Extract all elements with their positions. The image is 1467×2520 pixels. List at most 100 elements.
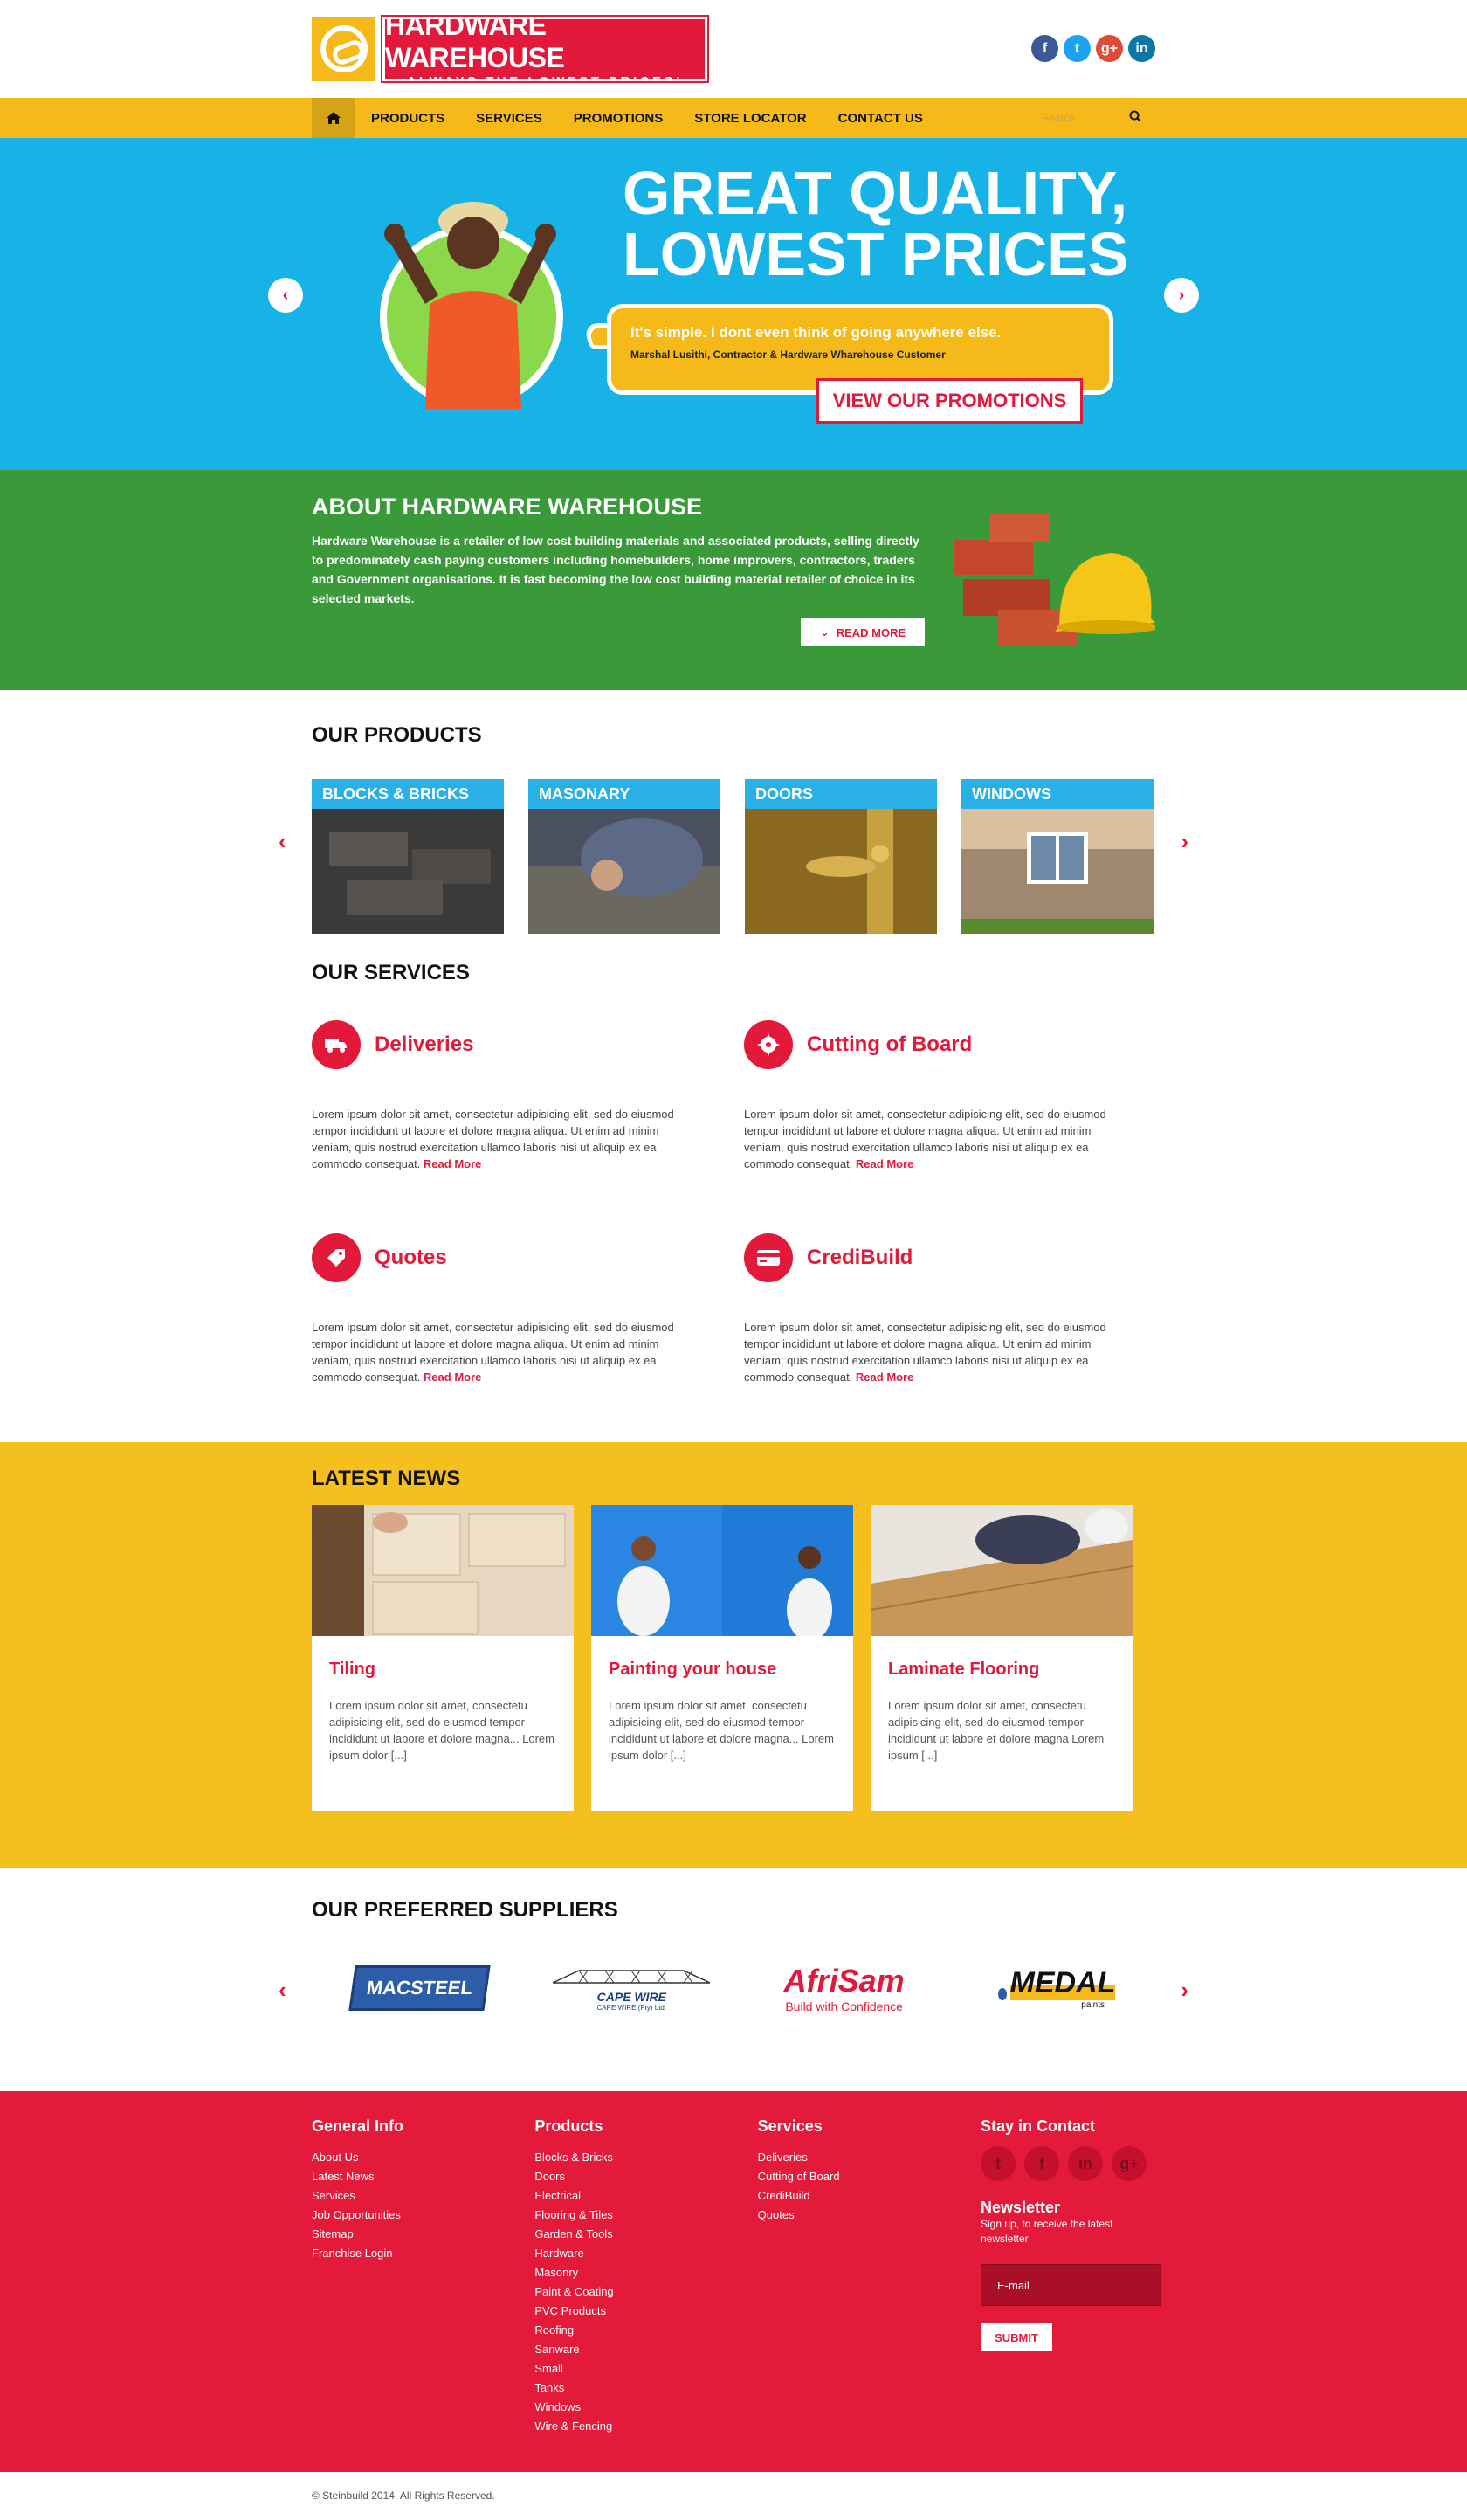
footer-link[interactable]: Tanks <box>534 2378 757 2398</box>
nav-store-locator[interactable]: STORE LOCATOR <box>678 111 822 126</box>
product-label: DOORS <box>745 779 937 809</box>
footer-contact: Stay in Contact t f in g+ Newsletter Sig… <box>980 2117 1161 2436</box>
about-text: Hardware Warehouse is a retailer of low … <box>312 534 919 605</box>
footer-link[interactable]: Paint & Coating <box>534 2282 757 2302</box>
news-card-tiling[interactable]: Tiling Lorem ipsum dolor sit amet, conse… <box>312 1505 574 1811</box>
newsletter-title: Newsletter <box>980 2199 1061 2216</box>
footer-link[interactable]: About Us <box>312 2148 534 2167</box>
supplier-logo-cape-wire[interactable]: CAPE WIRE CAPE WIRE (Pty) Ltd. <box>553 1957 711 2019</box>
footer-link[interactable]: Latest News <box>312 2167 534 2186</box>
newsletter-subtitle: Sign up, to receive the latest newslette… <box>980 2218 1113 2245</box>
home-icon[interactable] <box>312 98 355 138</box>
chevron-down-icon: ⌄ <box>819 625 830 639</box>
footer-link[interactable]: Wire & Fencing <box>534 2417 757 2436</box>
service-title[interactable]: CrediBuild <box>807 1246 913 1270</box>
view-promotions-button[interactable]: VIEW OUR PROMOTIONS <box>816 378 1083 424</box>
products-prev-arrow-icon[interactable]: ‹ <box>279 828 286 855</box>
footer-link[interactable]: Masonry <box>534 2263 757 2282</box>
footer-link[interactable]: CrediBuild <box>758 2186 981 2206</box>
footer-link[interactable]: PVC Products <box>534 2302 757 2321</box>
news-card-title[interactable]: Painting your house <box>609 1660 853 1680</box>
footer-link[interactable]: Job Opportunities <box>312 2206 534 2225</box>
linkedin-icon[interactable]: in <box>1067 2146 1103 2181</box>
news-card-laminate[interactable]: Laminate Flooring Lorem ipsum dolor sit … <box>870 1505 1133 1811</box>
suppliers-section: OUR PREFERRED SUPPLIERS ‹ › MACSTEEL CAP… <box>0 1868 1467 2091</box>
news-card-title[interactable]: Tiling <box>329 1660 574 1680</box>
google-plus-icon[interactable]: g+ <box>1111 2146 1147 2181</box>
nav-contact-us[interactable]: CONTACT US <box>823 111 939 126</box>
footer-link[interactable]: Sitemap <box>312 2225 534 2244</box>
suppliers-prev-arrow-icon[interactable]: ‹ <box>279 1977 286 2004</box>
read-more-link[interactable]: Read More <box>856 1370 913 1384</box>
footer-link[interactable]: Quotes <box>758 2206 981 2225</box>
read-more-link[interactable]: Read More <box>424 1157 481 1170</box>
logo-title: HARDWARE WAREHOUSE <box>385 9 565 73</box>
news-card-excerpt: Lorem ipsum dolor sit amet, consectetu a… <box>329 1699 554 1762</box>
news-card-excerpt: Lorem ipsum dolor sit amet, consectetu a… <box>888 1699 1105 1762</box>
facebook-icon[interactable]: f <box>1023 2146 1059 2181</box>
footer-link[interactable]: Flooring & Tiles <box>534 2206 757 2225</box>
nav-services[interactable]: SERVICES <box>460 111 558 126</box>
twitter-icon[interactable]: t <box>980 2146 1016 2181</box>
news-image <box>312 1505 574 1636</box>
footer-link[interactable]: Doors <box>534 2167 757 2186</box>
google-plus-icon[interactable]: g+ <box>1096 35 1123 62</box>
suppliers-next-arrow-icon[interactable]: › <box>1181 1977 1188 2004</box>
footer-link[interactable]: Cutting of Board <box>758 2167 981 2186</box>
site-footer: General Info About Us Latest News Services… <box>0 2091 1467 2472</box>
news-card-painting[interactable]: Painting your house Lorem ipsum dolor si… <box>591 1505 853 1811</box>
search-input[interactable] <box>1042 112 1129 124</box>
news-image <box>870 1505 1133 1636</box>
product-card-blocks-bricks[interactable]: BLOCKS & BRICKS <box>312 779 504 934</box>
nav-promotions[interactable]: PROMOTIONS <box>558 111 679 126</box>
footer-link[interactable]: Deliveries <box>758 2148 981 2167</box>
product-label: WINDOWS <box>961 779 1154 809</box>
hero-next-arrow-icon[interactable]: › <box>1164 278 1199 313</box>
service-quotes: Quotes Lorem ipsum dolor sit amet, conse… <box>312 1233 744 1385</box>
bricks-and-hardhat-image <box>954 514 1155 645</box>
hero-banner: ‹ › GREAT QUALITY, LOWEST PRICES It's si… <box>0 138 1467 470</box>
footer-link[interactable]: Blocks & Bricks <box>534 2148 757 2167</box>
supplier-logo-medal[interactable]: MEDAL paints <box>982 1957 1131 2019</box>
newsletter-submit-button[interactable]: SUBMIT <box>980 2323 1052 2351</box>
newsletter-email-input[interactable] <box>980 2264 1161 2306</box>
nav-products[interactable]: PRODUCTS <box>355 111 460 126</box>
footer-link[interactable]: Windows <box>534 2398 757 2417</box>
product-card-masonary[interactable]: MASONARY <box>528 779 720 934</box>
footer-link[interactable]: Garden & Tools <box>534 2225 757 2244</box>
footer-link[interactable]: Small <box>534 2359 757 2378</box>
footer-social-links: t f in g+ <box>980 2146 1155 2181</box>
footer-link[interactable]: Roofing <box>534 2321 757 2340</box>
services-section: OUR SERVICES Deliveries Lorem ipsum dolo… <box>0 952 1467 1385</box>
service-title[interactable]: Quotes <box>375 1246 447 1270</box>
product-label: MASONARY <box>528 779 720 809</box>
credit-card-icon <box>744 1233 793 1282</box>
footer-products: Products Blocks & Bricks Doors Electrical F… <box>534 2117 757 2436</box>
service-title[interactable]: Deliveries <box>375 1032 473 1057</box>
service-title[interactable]: Cutting of Board <box>807 1032 972 1057</box>
product-card-doors[interactable]: DOORS <box>745 779 937 934</box>
hero-prev-arrow-icon[interactable]: ‹ <box>268 278 303 313</box>
read-more-link[interactable]: Read More <box>856 1157 913 1170</box>
linkedin-icon[interactable]: in <box>1128 35 1155 62</box>
site-logo[interactable]: HARDWARE WAREHOUSE ALWAYS THE LOWEST PRI… <box>312 10 709 89</box>
about-read-more-button[interactable]: ⌄ READ MORE <box>801 618 925 646</box>
supplier-logo-macsteel[interactable]: MACSTEEL <box>345 1957 493 2019</box>
service-cutting-of-board: Cutting of Board Lorem ipsum dolor sit a… <box>744 1020 1154 1172</box>
footer-link[interactable]: Services <box>312 2186 534 2206</box>
supplier-logo-afrisam[interactable]: AfriSam Build with Confidence <box>770 1957 919 2019</box>
products-next-arrow-icon[interactable]: › <box>1181 828 1188 855</box>
read-more-link[interactable]: Read More <box>424 1370 481 1384</box>
twitter-icon[interactable]: t <box>1064 35 1091 62</box>
footer-link[interactable]: Hardware <box>534 2244 757 2263</box>
search-icon[interactable] <box>1129 110 1141 127</box>
news-card-title[interactable]: Laminate Flooring <box>888 1660 1133 1680</box>
product-card-windows[interactable]: WINDOWS <box>961 779 1154 934</box>
suppliers-title: OUR PREFERRED SUPPLIERS <box>312 1898 618 1922</box>
footer-general-info: General Info About Us Latest News Services… <box>312 2117 534 2436</box>
footer-link[interactable]: Sanware <box>534 2340 757 2359</box>
footer-link[interactable]: Electrical <box>534 2186 757 2206</box>
facebook-icon[interactable]: f <box>1031 35 1058 62</box>
footer-link[interactable]: Franchise Login <box>312 2244 534 2263</box>
footer-services: Services Deliveries Cutting of Board Credi… <box>758 2117 981 2436</box>
